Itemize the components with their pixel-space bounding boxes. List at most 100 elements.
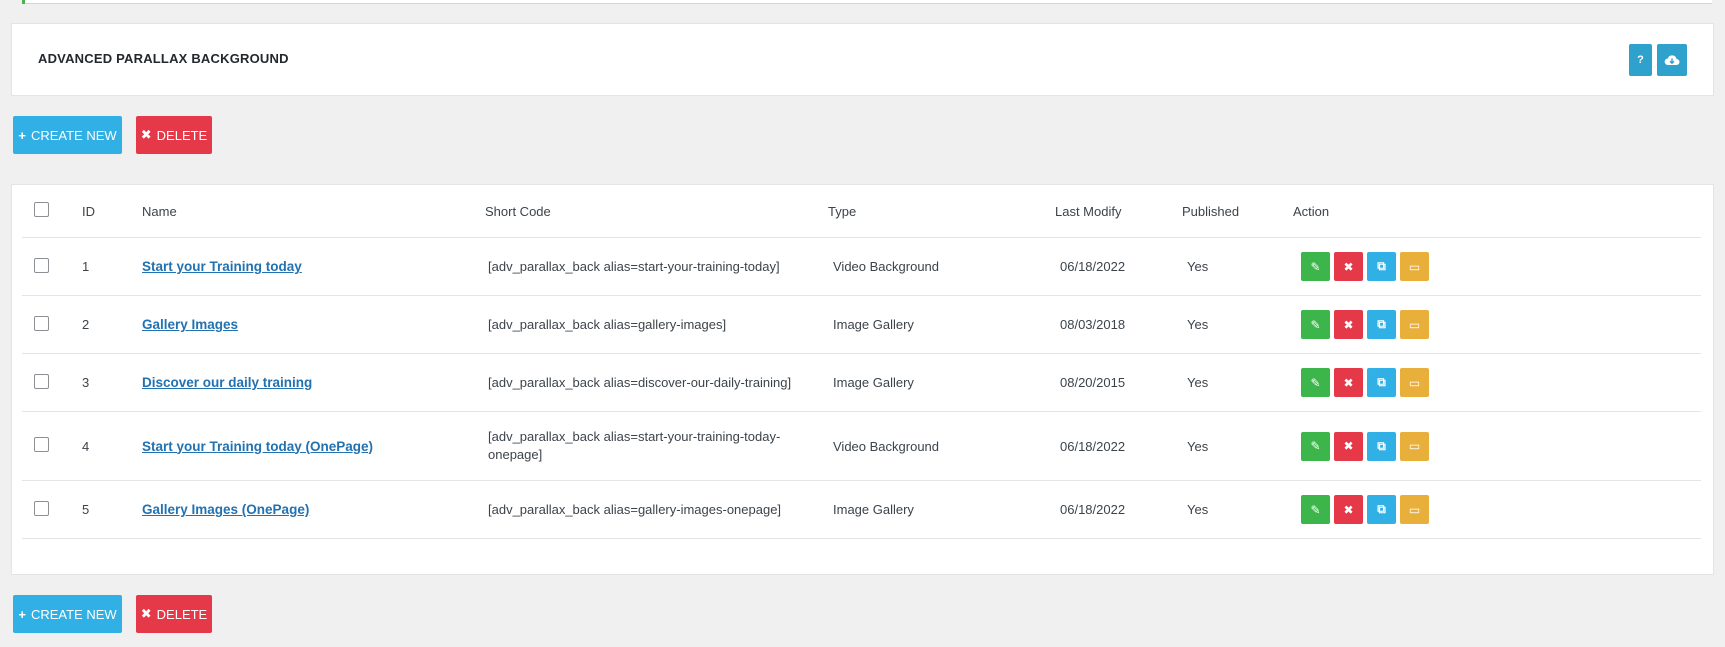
close-icon: ✖ <box>1343 375 1354 390</box>
row-id: 4 <box>82 411 142 481</box>
row-id: 5 <box>82 480 142 539</box>
duplicate-button[interactable]: ⧉ <box>1367 310 1396 339</box>
row-checkbox[interactable] <box>34 437 49 452</box>
page-title: ADVANCED PARALLAX BACKGROUND <box>38 51 289 66</box>
delete-button-bottom[interactable]: ✖ DELETE <box>136 595 212 633</box>
pencil-icon: ✎ <box>1310 317 1321 332</box>
delete-row-button[interactable]: ✖ <box>1334 495 1363 524</box>
top-notice-bar <box>22 0 1712 4</box>
edit-button[interactable]: ✎ <box>1301 431 1330 461</box>
row-type: Video Background <box>828 237 1055 296</box>
row-shortcode: [adv_parallax_back alias=start-your-trai… <box>485 411 828 481</box>
table-header-row: ID Name Short Code Type Last Modify Publ… <box>22 185 1701 238</box>
item-name-link[interactable]: Discover our daily training <box>142 375 312 390</box>
row-shortcode: [adv_parallax_back alias=gallery-images-… <box>485 480 828 539</box>
preview-button[interactable]: ▭ <box>1400 431 1429 461</box>
column-header-type: Type <box>828 185 1055 238</box>
cloud-download-button[interactable] <box>1657 44 1687 76</box>
edit-button[interactable]: ✎ <box>1301 252 1330 281</box>
pencil-icon: ✎ <box>1310 259 1321 274</box>
row-shortcode: [adv_parallax_back alias=discover-our-da… <box>485 353 828 412</box>
item-name-link[interactable]: Start your Training today <box>142 259 302 274</box>
copy-icon: ⧉ <box>1377 375 1386 389</box>
delete-row-button[interactable]: ✖ <box>1334 431 1363 461</box>
close-icon: ✖ <box>1343 259 1354 274</box>
row-id: 2 <box>82 295 142 354</box>
close-icon: ✖ <box>1343 317 1354 332</box>
row-checkbox[interactable] <box>34 373 49 389</box>
copy-icon: ⧉ <box>1377 502 1386 516</box>
copy-icon: ⧉ <box>1377 438 1386 453</box>
row-modified: 06/18/2022 <box>1055 480 1182 539</box>
row-checkbox[interactable] <box>34 315 49 331</box>
table-row: 1 Start your Training today [adv_paralla… <box>22 237 1701 296</box>
close-icon: ✖ <box>140 606 152 621</box>
pencil-icon: ✎ <box>1310 439 1321 453</box>
plus-icon: + <box>18 606 26 622</box>
row-type: Video Background <box>828 411 1055 481</box>
row-published: Yes <box>1182 480 1293 539</box>
delete-row-button[interactable]: ✖ <box>1334 368 1363 397</box>
close-icon: ✖ <box>1343 439 1354 453</box>
preview-button[interactable]: ▭ <box>1400 368 1429 397</box>
column-header-id: ID <box>82 185 142 238</box>
desktop-icon: ▭ <box>1408 375 1421 390</box>
row-checkbox[interactable] <box>34 257 49 273</box>
duplicate-button[interactable]: ⧉ <box>1367 495 1396 524</box>
column-header-name: Name <box>142 185 485 238</box>
desktop-icon: ▭ <box>1408 259 1421 274</box>
delete-row-button[interactable]: ✖ <box>1334 310 1363 339</box>
pencil-icon: ✎ <box>1310 375 1321 390</box>
delete-label: DELETE <box>156 606 208 622</box>
copy-icon: ⧉ <box>1377 317 1386 331</box>
column-header-published: Published <box>1182 185 1293 238</box>
row-type: Image Gallery <box>828 295 1055 354</box>
duplicate-button[interactable]: ⧉ <box>1367 252 1396 281</box>
edit-button[interactable]: ✎ <box>1301 368 1330 397</box>
column-header-shortcode: Short Code <box>485 185 828 238</box>
row-shortcode: [adv_parallax_back alias=gallery-images] <box>485 295 828 354</box>
copy-icon: ⧉ <box>1377 259 1386 273</box>
row-modified: 06/18/2022 <box>1055 237 1182 296</box>
help-button[interactable]: ? <box>1629 44 1652 76</box>
table-row: 4 Start your Training today (OnePage) [a… <box>22 411 1701 481</box>
desktop-icon: ▭ <box>1408 502 1421 517</box>
delete-button[interactable]: ✖ DELETE <box>136 116 212 154</box>
table-panel: ID Name Short Code Type Last Modify Publ… <box>11 184 1714 575</box>
plus-icon: + <box>18 127 26 143</box>
row-published: Yes <box>1182 237 1293 296</box>
row-type: Image Gallery <box>828 480 1055 539</box>
table-row: 5 Gallery Images (OnePage) [adv_parallax… <box>22 480 1701 539</box>
row-published: Yes <box>1182 295 1293 354</box>
edit-button[interactable]: ✎ <box>1301 310 1330 339</box>
desktop-icon: ▭ <box>1408 439 1421 453</box>
close-icon: ✖ <box>1343 502 1354 517</box>
create-new-button-bottom[interactable]: + CREATE NEW <box>13 595 122 633</box>
delete-label: DELETE <box>156 127 208 143</box>
edit-button[interactable]: ✎ <box>1301 495 1330 524</box>
create-new-label: CREATE NEW <box>30 127 117 143</box>
row-checkbox[interactable] <box>34 500 49 516</box>
item-name-link[interactable]: Start your Training today (OnePage) <box>142 439 373 454</box>
duplicate-button[interactable]: ⧉ <box>1367 368 1396 397</box>
create-new-button[interactable]: + CREATE NEW <box>13 116 122 154</box>
duplicate-button[interactable]: ⧉ <box>1367 431 1396 461</box>
select-all-cell <box>22 185 82 238</box>
item-name-link[interactable]: Gallery Images <box>142 317 238 332</box>
row-modified: 08/03/2018 <box>1055 295 1182 354</box>
question-icon: ? <box>1637 54 1644 66</box>
row-published: Yes <box>1182 353 1293 412</box>
delete-row-button[interactable]: ✖ <box>1334 252 1363 281</box>
preview-button[interactable]: ▭ <box>1400 495 1429 524</box>
row-modified: 06/18/2022 <box>1055 411 1182 481</box>
table-row: 2 Gallery Images [adv_parallax_back alia… <box>22 295 1701 354</box>
row-published: Yes <box>1182 411 1293 481</box>
table-row: 3 Discover our daily training [adv_paral… <box>22 353 1701 412</box>
preview-button[interactable]: ▭ <box>1400 252 1429 281</box>
select-all-checkbox[interactable] <box>34 202 49 217</box>
column-header-action: Action <box>1293 185 1701 238</box>
item-name-link[interactable]: Gallery Images (OnePage) <box>142 502 309 517</box>
column-header-last-modify: Last Modify <box>1055 185 1182 238</box>
row-id: 1 <box>82 237 142 296</box>
preview-button[interactable]: ▭ <box>1400 310 1429 339</box>
